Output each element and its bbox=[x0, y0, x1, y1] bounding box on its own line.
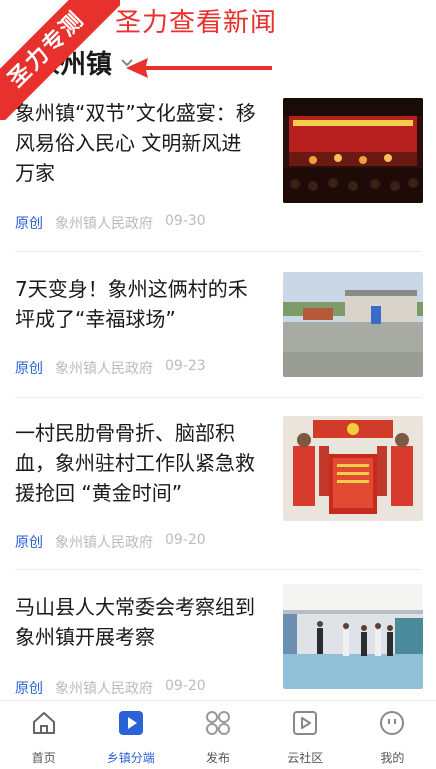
overlay-caption: 圣力查看新闻 bbox=[115, 8, 278, 38]
tab-label: 云社区 bbox=[287, 751, 324, 765]
bottom-tab-bar: 首页 乡镇分端 发布 云社区 我的 bbox=[0, 700, 436, 769]
profile-icon bbox=[380, 711, 405, 735]
news-tag: 原创 bbox=[15, 681, 43, 697]
red-arrow-annotation bbox=[126, 58, 272, 78]
news-item[interactable]: 一村民肋骨骨折、脑部积血，象州驻村工作队紧急救援抢回 “黄金时间” 原创 象州镇… bbox=[0, 398, 436, 570]
news-date: 09-20 bbox=[165, 678, 206, 694]
news-item[interactable]: 马山县人大常委会考察组到象州镇开展考察 原创 象州镇人民政府 09-20 bbox=[0, 570, 436, 700]
tab-label: 发布 bbox=[206, 751, 231, 765]
news-thumbnail[interactable] bbox=[283, 98, 423, 203]
grid-icon bbox=[206, 711, 230, 735]
news-source: 象州镇人民政府 bbox=[55, 216, 153, 232]
news-thumbnail[interactable] bbox=[283, 416, 423, 521]
news-title: 一村民肋骨骨折、脑部积血，象州驻村工作队紧急救援抢回 “黄金时间” bbox=[15, 421, 255, 505]
news-title: 7天变身！象州这俩村的禾坪成了“幸福球场” bbox=[15, 277, 248, 331]
news-thumbnail[interactable] bbox=[283, 584, 423, 689]
tab-township[interactable]: 乡镇分端 bbox=[87, 701, 174, 769]
news-source: 象州镇人民政府 bbox=[55, 681, 153, 697]
tab-label: 乡镇分端 bbox=[106, 751, 155, 765]
tab-label: 首页 bbox=[31, 751, 56, 765]
news-tag: 原创 bbox=[15, 535, 43, 551]
news-meta: 原创 象州镇人民政府 09-20 bbox=[15, 532, 206, 552]
tab-publish[interactable]: 发布 bbox=[174, 701, 261, 769]
news-date: 09-23 bbox=[165, 358, 206, 374]
inspection-visit-image bbox=[283, 584, 423, 689]
tab-community[interactable]: 云社区 bbox=[262, 701, 349, 769]
tab-mine[interactable]: 我的 bbox=[349, 701, 436, 769]
home-icon bbox=[32, 712, 55, 734]
news-meta: 原创 象州镇人民政府 09-20 bbox=[15, 678, 206, 698]
news-meta: 原创 象州镇人民政府 09-30 bbox=[15, 213, 206, 233]
news-title: 马山县人大常委会考察组到象州镇开展考察 bbox=[15, 595, 255, 649]
news-tag: 原创 bbox=[15, 361, 43, 377]
video-icon bbox=[293, 711, 318, 735]
news-source: 象州镇人民政府 bbox=[55, 535, 153, 551]
news-meta: 原创 象州镇人民政府 09-23 bbox=[15, 358, 206, 378]
news-item[interactable]: 7天变身！象州这俩村的禾坪成了“幸福球场” 原创 象州镇人民政府 09-23 bbox=[0, 252, 436, 398]
news-source: 象州镇人民政府 bbox=[55, 361, 153, 377]
banner-presentation-image bbox=[283, 416, 423, 521]
news-date: 09-30 bbox=[165, 213, 206, 229]
ribbon-label: 圣力专测 bbox=[0, 0, 120, 120]
tab-home[interactable]: 首页 bbox=[0, 701, 87, 769]
news-tag: 原创 bbox=[15, 216, 43, 232]
news-date: 09-20 bbox=[165, 532, 206, 548]
corner-ribbon: 圣力专测 bbox=[0, 0, 120, 120]
tab-label: 我的 bbox=[380, 751, 405, 765]
play-icon bbox=[118, 711, 143, 735]
news-thumbnail[interactable] bbox=[283, 272, 423, 377]
stage-performance-image bbox=[283, 98, 423, 203]
header: 圣力专测 圣力查看新闻 象州镇 bbox=[0, 0, 436, 120]
village-court-image bbox=[283, 272, 423, 377]
